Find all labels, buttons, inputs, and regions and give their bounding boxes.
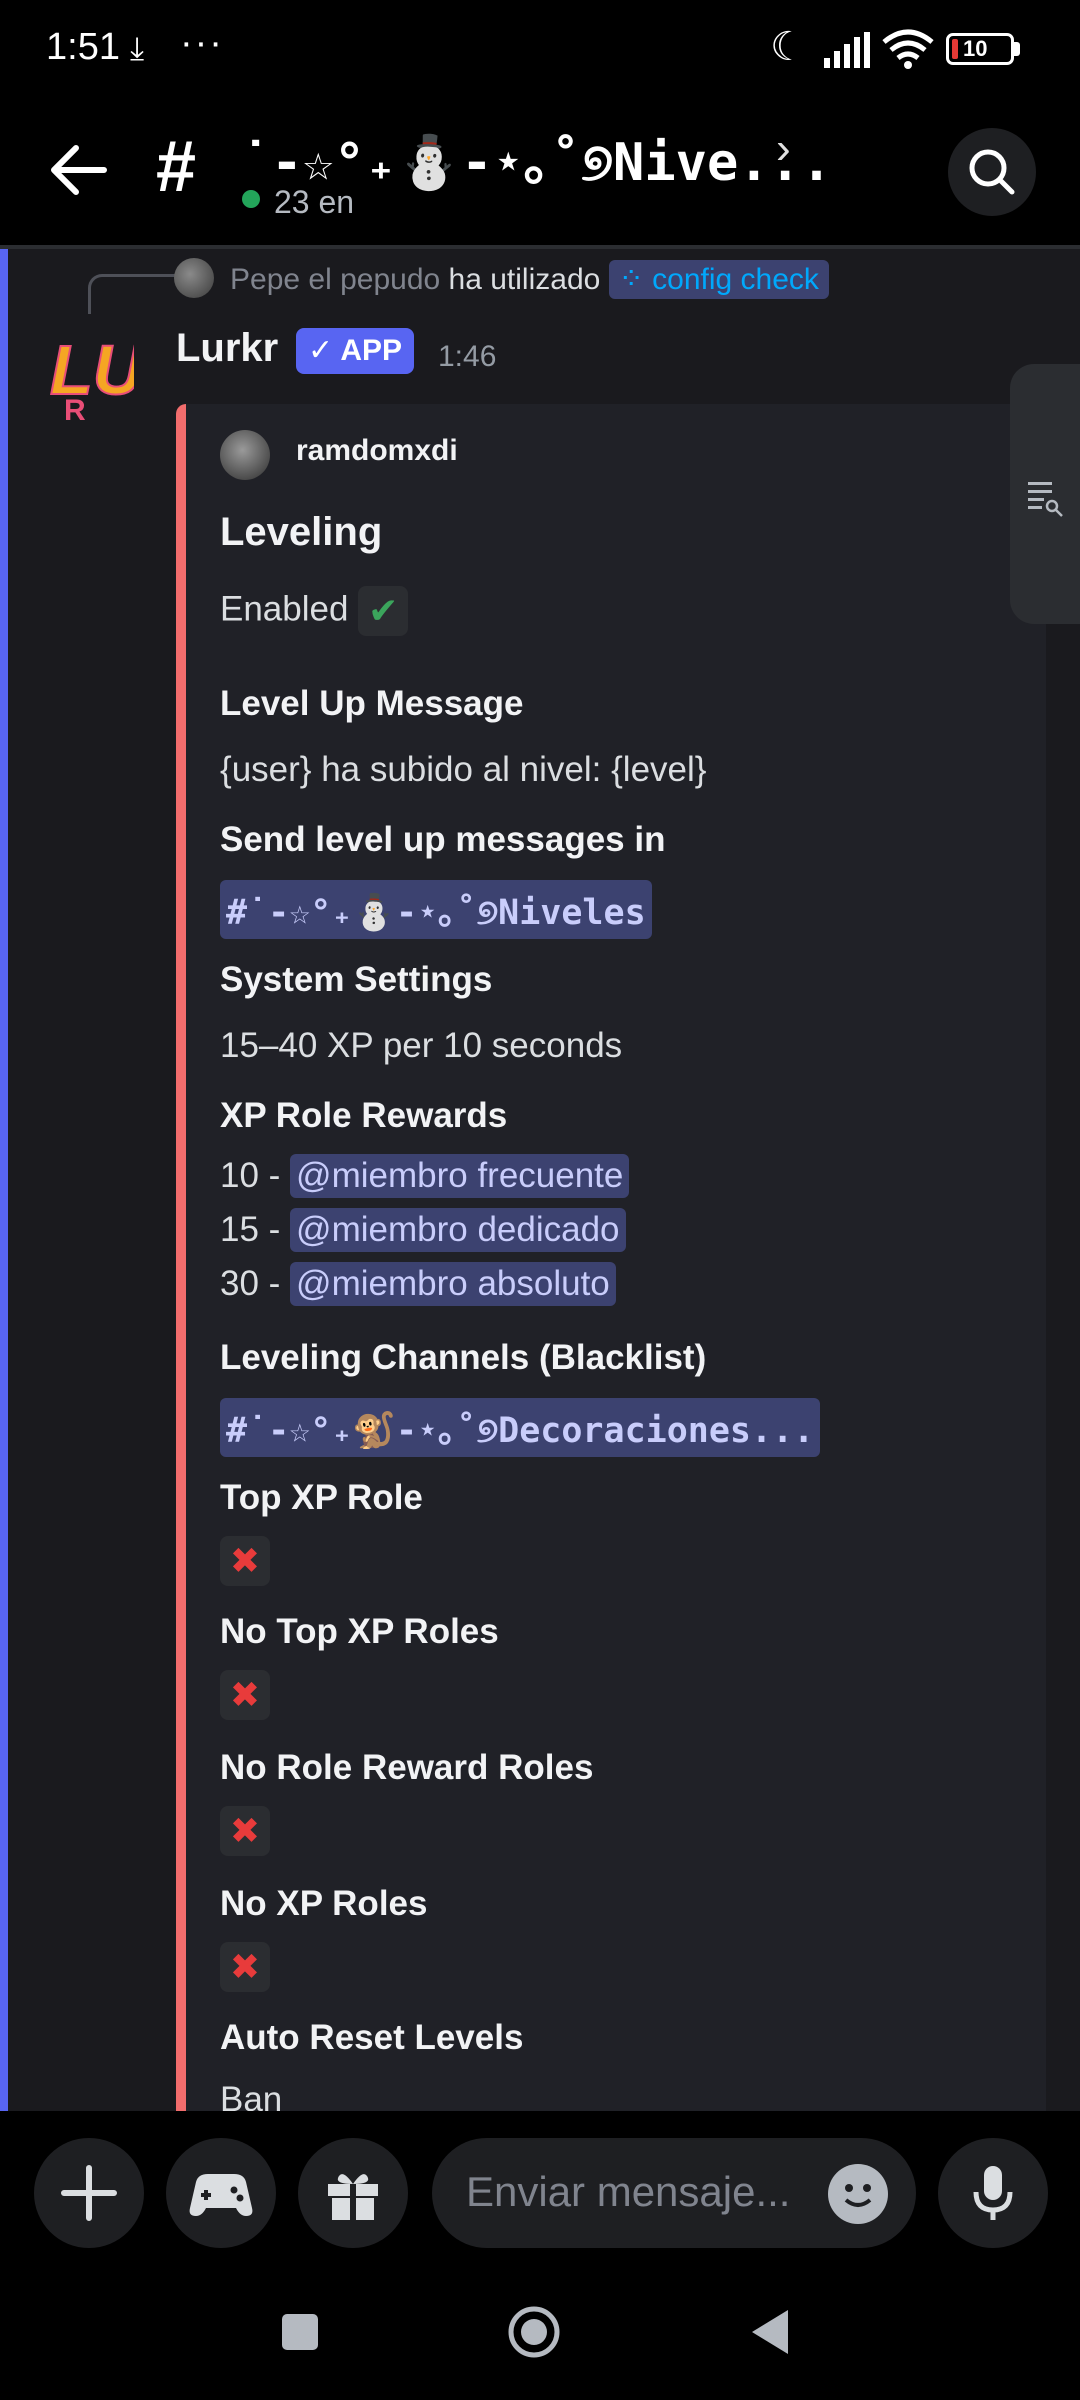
role-mention[interactable]: @miembro absoluto (290, 1262, 616, 1306)
role-reward-level: 15 - (220, 1210, 281, 1249)
field-system-settings-value: 15–40 XP per 10 seconds (220, 1026, 623, 1065)
online-indicator (242, 190, 260, 208)
home-icon[interactable] (506, 2304, 562, 2360)
role-reward-row: 15 - @miembro dedicado (220, 1208, 626, 1252)
role-reward-level: 10 - (220, 1156, 281, 1195)
smiley-icon (844, 2184, 872, 2207)
embed-author: ramdomxdi (296, 434, 458, 467)
add-attachment-button[interactable] (34, 2138, 144, 2248)
reply-context[interactable]: Pepe el pepudo ha utilizado ⁘ config che… (230, 260, 829, 299)
message-timestamp: 1:46 (438, 340, 497, 373)
more-notifications-icon: ··· (180, 22, 224, 64)
status-bar: 1:51 ⤓ ··· ☾ 10 (0, 0, 1080, 100)
member-list-icon (1028, 482, 1063, 517)
cross-icon: ✖ (220, 1942, 270, 1992)
channel-mention-niveles[interactable]: #˙-☆°₊⛄-⋆｡˚୭Niveles (220, 880, 652, 939)
field-xp-role-rewards-name: XP Role Rewards (220, 1096, 508, 1135)
field-leveling-channels-name: Leveling Channels (Blacklist) (220, 1338, 707, 1377)
field-no-role-reward-roles-name: No Role Reward Roles (220, 1748, 594, 1787)
back-nav-icon[interactable] (748, 2308, 792, 2356)
emoji-picker-icon[interactable] (828, 2164, 888, 2224)
battery-level: 10 (963, 36, 988, 61)
chevron-right-icon[interactable]: › (776, 124, 791, 174)
embed-color-bar (176, 404, 186, 2124)
svg-text:R: R (64, 394, 86, 424)
field-level-up-message-name: Level Up Message (220, 684, 524, 723)
role-mention[interactable]: @miembro dedicado (290, 1208, 626, 1252)
role-reward-level: 30 - (220, 1264, 281, 1303)
command-name: config check (652, 263, 819, 296)
hash-icon: # (156, 127, 197, 207)
cross-icon: ✖ (220, 1670, 270, 1720)
gift-icon (328, 2174, 378, 2220)
role-reward-row: 10 - @miembro frecuente (220, 1154, 630, 1198)
field-level-up-message-value: {user} ha subido al nivel: {level} (220, 750, 707, 789)
search-button[interactable] (948, 128, 1036, 216)
svg-text:LU: LU (50, 331, 134, 409)
back-arrow-icon[interactable] (44, 140, 114, 200)
highlight-bar (0, 249, 8, 2111)
field-top-xp-role-name: Top XP Role (220, 1478, 423, 1517)
bot-avatar[interactable]: LU R (44, 324, 134, 424)
message-input-placeholder[interactable]: Enviar mensaje... (466, 2168, 790, 2216)
reply-connector (88, 274, 178, 314)
reply-username[interactable]: Pepe el pepudo (230, 263, 440, 296)
microphone-icon (973, 2166, 1013, 2220)
system-nav-bar (0, 2260, 1080, 2400)
embed-title: Leveling (220, 510, 383, 554)
signal-icon (824, 32, 870, 68)
reply-user-avatar[interactable] (174, 258, 214, 298)
plus-icon (61, 2165, 117, 2221)
channel-mention-decoraciones[interactable]: #˙-☆°₊🐒-⋆｡˚୭Decoraciones... (220, 1398, 821, 1457)
field-no-top-xp-roles-name: No Top XP Roles (220, 1612, 499, 1651)
recents-icon[interactable] (280, 2312, 320, 2352)
gamepad-icon (189, 2174, 253, 2216)
checkmark-icon: ✔ (358, 586, 409, 636)
slash-command-icon: ⁘ (618, 263, 644, 296)
reply-action: ha utilizado (448, 263, 601, 296)
voice-message-button[interactable] (938, 2138, 1048, 2248)
embed-author-avatar (220, 430, 270, 480)
battery-tip (1014, 42, 1020, 56)
enabled-label: Enabled (220, 589, 349, 629)
field-no-xp-roles-name: No XP Roles (220, 1884, 428, 1923)
field-send-level-up-name: Send level up messages in (220, 820, 666, 859)
members-panel-toggle[interactable] (1010, 364, 1080, 624)
message-author[interactable]: Lurkr (176, 326, 278, 371)
field-system-settings-name: System Settings (220, 960, 493, 999)
cross-icon: ✖ (220, 1806, 270, 1856)
online-count: 23 en (274, 184, 355, 220)
wifi-icon (882, 29, 934, 69)
activities-button[interactable] (166, 2138, 276, 2248)
battery-icon: 10 (946, 33, 1014, 65)
role-reward-row: 30 - @miembro absoluto (220, 1262, 616, 1306)
search-icon (969, 149, 1015, 195)
app-badge: ✓ APP (296, 328, 415, 374)
status-time: 1:51 (46, 26, 120, 68)
gift-button[interactable] (298, 2138, 408, 2248)
command-pill[interactable]: ⁘ config check (608, 260, 829, 299)
field-auto-reset-levels-name: Auto Reset Levels (220, 2018, 524, 2057)
download-icon: ⤓ (130, 30, 145, 66)
role-mention[interactable]: @miembro frecuente (290, 1154, 630, 1198)
cross-icon: ✖ (220, 1536, 270, 1586)
do-not-disturb-icon: ☾ (770, 25, 806, 69)
enabled-row: Enabled ✔ (220, 586, 409, 636)
